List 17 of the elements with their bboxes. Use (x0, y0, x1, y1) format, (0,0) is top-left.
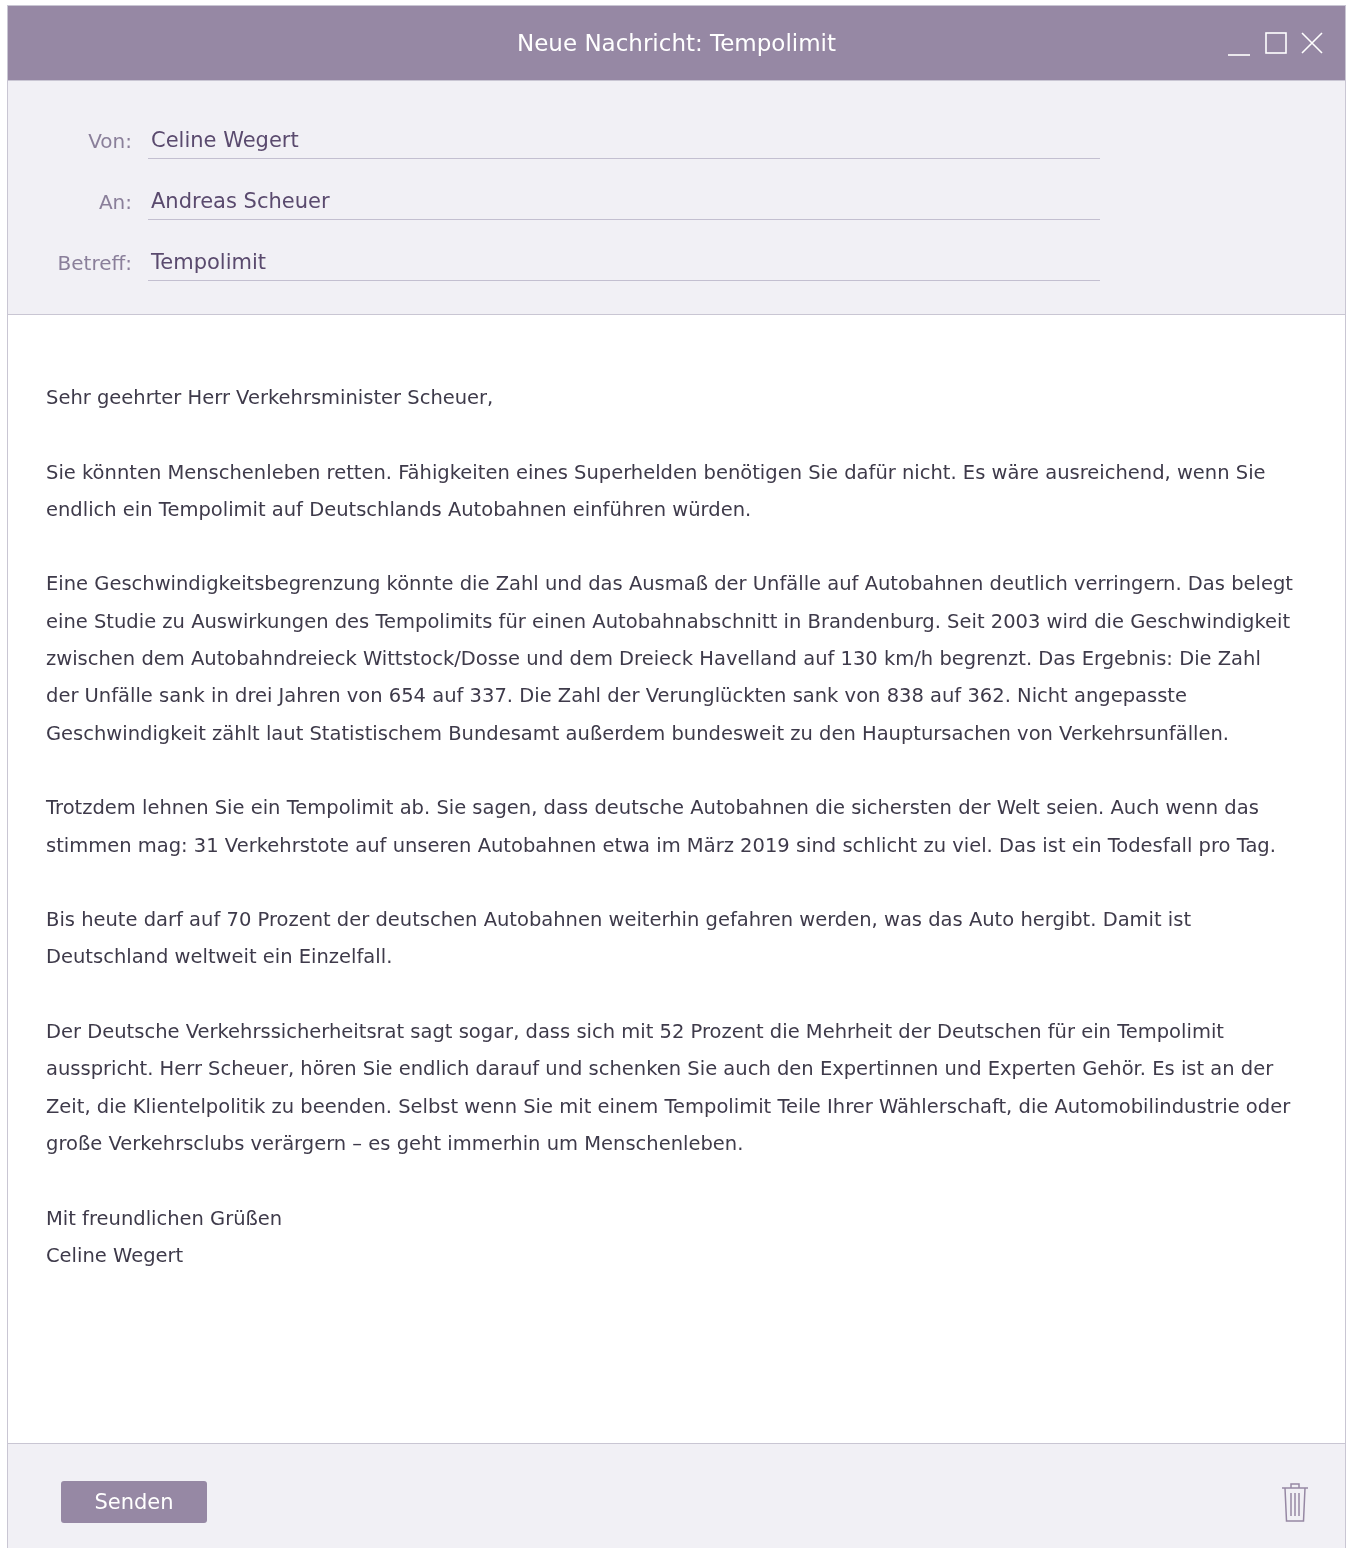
input-field[interactable]: Celine Wegert (148, 128, 1100, 159)
trash-icon[interactable] (1281, 1481, 1309, 1523)
paragraph: Trotzdem lehnen Sie ein Tempolimit ab. Sie sagen, dass deutsche Autobahnen die sichersten der Welt seien. Auch wenn das stimmen mag: 31 Verkehrstote auf unseren Autobahnen etwa im März 2019 sind schlicht zu viel. Das ist ein Todesfall pro Tag. (46, 795, 1277, 859)
field-label: An: (97, 190, 133, 216)
paragraph: Der Deutsche Verkehrssicherheitsrat sagt sogar, dass sich mit 52 Prozent die Mehrheit der Deutschen für ein Tempolimit ausspricht. Herr Scheuer, hören Sie endlich darauf und schenken Sie auch den Expertinnen und Experten Gehör. Es ist an der Zeit, die Klientelpolitik zu beenden. Selbst wenn Sie mit einem Tempolimit Teile Ihrer Wählerschaft, die Automobilindustrie oder große Verkehrsclubs verärgern – es geht immerhin um Menschenleben. (46, 1019, 1292, 1157)
paragraph: Sie könnten Menschenleben retten. Fähigkeiten eines Superhelden benötigen Sie dafür nicht. Es wäre ausreichend, wenn Sie endlich ein Tempolimit auf Deutschlands Autobahnen einführen würden. (46, 459, 1267, 523)
maximize-icon[interactable] (1265, 32, 1287, 54)
input-field[interactable]: Andreas Scheuer (148, 189, 1100, 220)
input-field[interactable]: Tempolimit (148, 250, 1100, 281)
greeting: Sehr geehrter Herr Verkehrsminister Scheuer, (46, 385, 495, 411)
closing: Mit freundlichen Grüßen Celine Wegert (46, 1205, 284, 1269)
paragraph: Bis heute darf auf 70 Prozent der deutschen Autobahnen weiterhin gefahren werden, was das Auto hergibt. Damit ist Deutschland weltweit ein Einzelfall. (46, 907, 1193, 971)
field-label: Von: (87, 129, 133, 155)
window-title: Neue Nachricht: Tempolimit (517, 30, 836, 56)
paragraph: Eine Geschwindigkeitsbegrenzung könnte die Zahl und das Ausmaß der Unfälle auf Autobahnen deutlich verringern. Das belegt eine Studie zu Auswirkungen des Tempolimits für einen Autobahnabschnitt in Brandenburg. Seit 2003 wird die Geschwindigkeit zwischen dem Autobahndreieck Wittstock/Dosse und dem Dreieck Havelland auf 130 km/h begrenzt. Das Ergebnis: Die Zahl der Unfälle sank in drei Jahren von 654 auf 337. Die Zahl der Verunglückten sank von 838 auf 362. Nicht angepasste Geschwindigkeit zählt laut Statistischem Bundesamt außerdem bundesweit zu den Hauptursachen von Verkehrsunfällen. (46, 571, 1294, 747)
field-label: Betreff: (56, 251, 133, 277)
close-icon[interactable] (1301, 32, 1323, 54)
